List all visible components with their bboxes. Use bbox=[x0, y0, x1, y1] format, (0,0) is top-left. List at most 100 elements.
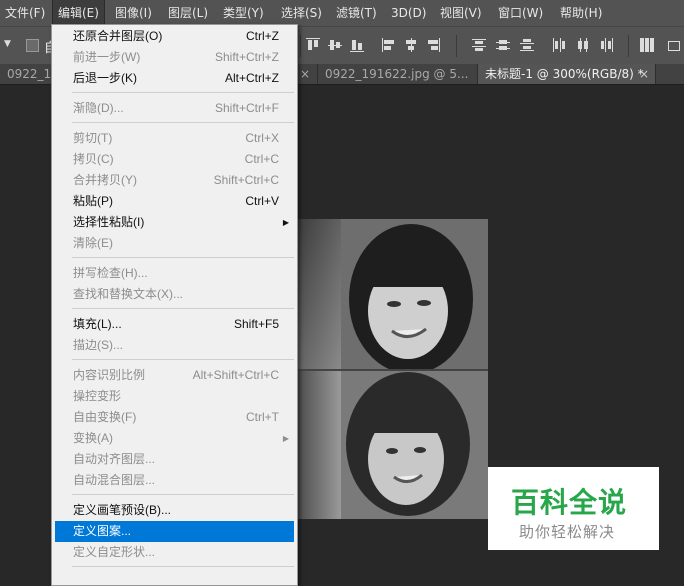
align-top-icon[interactable] bbox=[306, 38, 320, 52]
menu-item-label: 剪切(T) bbox=[73, 131, 113, 145]
auto-align-layers-icon[interactable] bbox=[640, 38, 654, 52]
toolbar-divider bbox=[300, 35, 301, 57]
menu-item-label: 拷贝(C) bbox=[73, 152, 114, 166]
menu-select[interactable]: 选择(S) bbox=[276, 0, 327, 26]
menu-item-step-backward[interactable]: 后退一步(K) Alt+Ctrl+Z bbox=[52, 68, 297, 89]
menu-item-shortcut: Ctrl+Z bbox=[246, 29, 279, 43]
menu-item-content-aware-scale[interactable]: 内容识别比例 Alt+Shift+Ctrl+C bbox=[52, 365, 297, 386]
document-tab[interactable]: 0922_191622.jpg @ 5... bbox=[318, 64, 478, 84]
distribute-top-icon[interactable] bbox=[472, 38, 486, 52]
menu-item-label: 还原合并图层(O) bbox=[73, 29, 163, 43]
document-tab[interactable]: 0922_19 bbox=[0, 64, 59, 84]
menu-item-clear[interactable]: 清除(E) bbox=[52, 233, 297, 254]
menu-item-copy[interactable]: 拷贝(C) Ctrl+C bbox=[52, 149, 297, 170]
menu-item-label: 合并拷贝(Y) bbox=[73, 173, 137, 187]
align-right-icon[interactable] bbox=[426, 38, 440, 52]
align-hcenter-icon[interactable] bbox=[404, 38, 418, 52]
watermark-subtitle: 助你轻松解决 bbox=[519, 523, 616, 541]
menu-item-step-forward[interactable]: 前进一步(W) Shift+Ctrl+Z bbox=[52, 47, 297, 68]
distribute-right-icon[interactable] bbox=[600, 38, 614, 52]
menu-file[interactable]: 文件(F) bbox=[0, 0, 50, 26]
menu-item-transform[interactable]: 变换(A) ▶ bbox=[52, 428, 297, 449]
menu-3d[interactable]: 3D(D) bbox=[386, 0, 431, 26]
canvas-image[interactable] bbox=[296, 219, 488, 519]
menu-item-label: 查找和替换文本(X)... bbox=[73, 287, 183, 301]
menu-divider bbox=[72, 92, 294, 93]
menu-item-label: 后退一步(K) bbox=[73, 71, 137, 85]
menu-item-puppet-warp[interactable]: 操控变形 bbox=[52, 386, 297, 407]
menu-item-shortcut: Shift+Ctrl+C bbox=[213, 173, 279, 187]
menu-item-shortcut: Shift+Ctrl+F bbox=[214, 101, 279, 115]
menu-item-shortcut: Ctrl+X bbox=[245, 131, 279, 145]
align-left-icon[interactable] bbox=[382, 38, 396, 52]
menu-item-label: 选择性粘贴(I) bbox=[73, 215, 145, 229]
menu-item-label: 前进一步(W) bbox=[73, 50, 141, 64]
menu-item-label: 填充(L)... bbox=[73, 317, 122, 331]
menu-item-undo[interactable]: 还原合并图层(O) Ctrl+Z bbox=[52, 26, 297, 47]
menu-item-shortcut: Ctrl+T bbox=[246, 410, 279, 424]
menu-bar: 文件(F) 编辑(E) 图像(I) 图层(L) 类型(Y) 选择(S) 滤镜(T… bbox=[0, 0, 684, 27]
menu-item-label: 自动对齐图层... bbox=[73, 452, 156, 466]
menu-item-define-brush-preset[interactable]: 定义画笔预设(B)... bbox=[52, 500, 297, 521]
tool-preset-dropdown-icon[interactable]: ▼ bbox=[4, 39, 14, 49]
tab-label: 未标题-1 @ 300%(RGB/8) * bbox=[485, 67, 644, 81]
menu-divider bbox=[72, 122, 294, 123]
align-bottom-icon[interactable] bbox=[350, 38, 364, 52]
menu-divider bbox=[72, 566, 294, 567]
3d-mode-icon[interactable] bbox=[668, 38, 682, 52]
tab-close-icon[interactable]: × bbox=[300, 67, 310, 81]
menu-item-define-pattern[interactable]: 定义图案... bbox=[55, 521, 294, 542]
tab-close-icon[interactable]: × bbox=[639, 64, 649, 84]
menu-item-auto-blend-layers[interactable]: 自动混合图层... bbox=[52, 470, 297, 491]
menu-item-paste[interactable]: 粘贴(P) Ctrl+V bbox=[52, 191, 297, 212]
menu-divider bbox=[72, 308, 294, 309]
distribute-bottom-icon[interactable] bbox=[520, 38, 534, 52]
menu-item-label: 清除(E) bbox=[73, 236, 113, 250]
menu-item-check-spelling[interactable]: 拼写检查(H)... bbox=[52, 263, 297, 284]
menu-view[interactable]: 视图(V) bbox=[435, 0, 487, 26]
document-tab-close-area[interactable]: × bbox=[296, 64, 318, 84]
menu-item-fade[interactable]: 渐隐(D)... Shift+Ctrl+F bbox=[52, 98, 297, 119]
menu-item-label: 自由变换(F) bbox=[73, 410, 137, 424]
menu-item-copy-merged[interactable]: 合并拷贝(Y) Shift+Ctrl+C bbox=[52, 170, 297, 191]
menu-item-cut[interactable]: 剪切(T) Ctrl+X bbox=[52, 128, 297, 149]
tab-label: 0922_191622.jpg @ 5... bbox=[325, 67, 469, 81]
menu-item-define-custom-shape[interactable]: 定义自定形状... bbox=[52, 542, 297, 563]
distribute-hcenter-icon[interactable] bbox=[576, 38, 590, 52]
menu-filter[interactable]: 滤镜(T) bbox=[331, 0, 382, 26]
menu-layer[interactable]: 图层(L) bbox=[163, 0, 213, 26]
menu-image[interactable]: 图像(I) bbox=[110, 0, 157, 26]
menu-window[interactable]: 窗口(W) bbox=[493, 0, 548, 26]
submenu-arrow-icon: ▶ bbox=[282, 218, 289, 227]
menu-item-label: 变换(A) bbox=[73, 431, 113, 445]
document-tab-active[interactable]: 未标题-1 @ 300%(RGB/8) * × bbox=[478, 64, 656, 84]
menu-item-stroke[interactable]: 描边(S)... bbox=[52, 335, 297, 356]
auto-select-checkbox[interactable] bbox=[26, 39, 39, 52]
watermark-logo: 百科全说 助你轻松解决 bbox=[488, 467, 659, 550]
menu-item-shortcut: Ctrl+C bbox=[244, 152, 279, 166]
menu-item-shortcut: Alt+Ctrl+Z bbox=[224, 71, 279, 85]
align-vcenter-icon[interactable] bbox=[328, 38, 342, 52]
submenu-arrow-icon: ▶ bbox=[282, 434, 289, 443]
menu-item-label: 定义自定形状... bbox=[73, 545, 156, 559]
menu-type[interactable]: 类型(Y) bbox=[218, 0, 269, 26]
canvas-image-content bbox=[296, 219, 488, 519]
menu-item-paste-special[interactable]: 选择性粘贴(I) ▶ bbox=[52, 212, 297, 233]
menu-item-find-replace[interactable]: 查找和替换文本(X)... bbox=[52, 284, 297, 305]
distribute-vcenter-icon[interactable] bbox=[496, 38, 510, 52]
menu-item-auto-align-layers[interactable]: 自动对齐图层... bbox=[52, 449, 297, 470]
menu-help[interactable]: 帮助(H) bbox=[555, 0, 607, 26]
menu-divider bbox=[72, 359, 294, 360]
menu-item-label: 粘贴(P) bbox=[73, 194, 113, 208]
toolbar-divider bbox=[628, 35, 629, 57]
menu-item-label: 内容识别比例 bbox=[73, 368, 146, 382]
watermark-title: 百科全说 bbox=[511, 486, 628, 519]
menu-edit[interactable]: 编辑(E) bbox=[52, 0, 105, 27]
menu-item-shortcut: Ctrl+V bbox=[245, 194, 279, 208]
menu-item-free-transform[interactable]: 自由变换(F) Ctrl+T bbox=[52, 407, 297, 428]
menu-item-label: 自动混合图层... bbox=[73, 473, 156, 487]
distribute-left-icon[interactable] bbox=[552, 38, 566, 52]
menu-item-label: 渐隐(D)... bbox=[73, 101, 124, 115]
menu-item-fill[interactable]: 填充(L)... Shift+F5 bbox=[52, 314, 297, 335]
menu-item-label: 操控变形 bbox=[73, 389, 122, 403]
